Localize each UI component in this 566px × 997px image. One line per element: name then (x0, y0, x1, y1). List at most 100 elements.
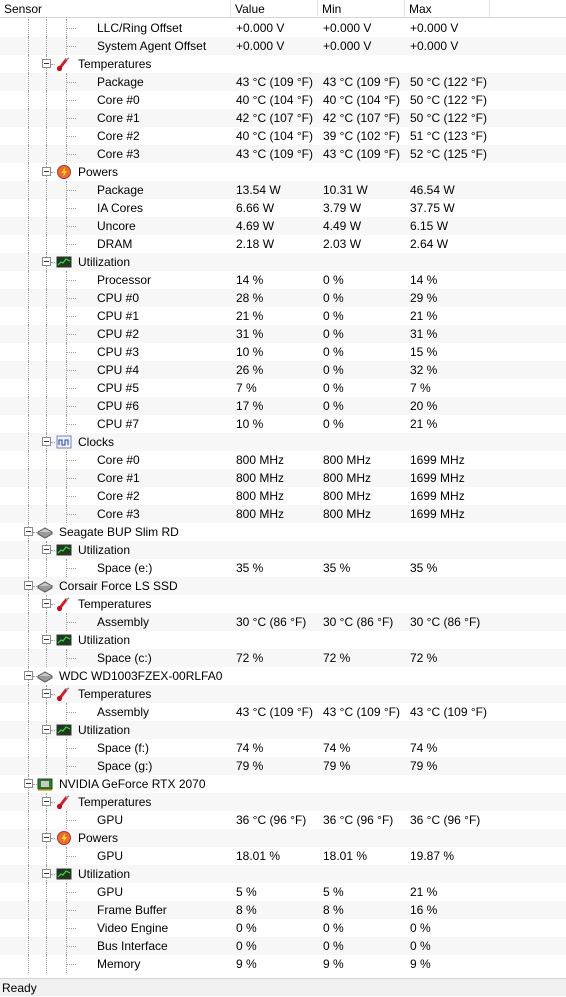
collapse-toggle[interactable] (42, 725, 51, 734)
collapse-toggle[interactable] (42, 599, 51, 608)
tree-line (66, 154, 76, 155)
sensor-value: 43 °C (109 °F) (236, 705, 313, 719)
sensor-value: 21 % (236, 309, 264, 323)
sensor-row[interactable]: CPU #7 10 % 0 % 21 % (0, 415, 566, 433)
tree-line (66, 136, 76, 137)
sensor-row[interactable]: Uncore 4.69 W 4.49 W 6.15 W (0, 217, 566, 235)
sensor-row[interactable]: Frame Buffer 8 % 8 % 16 % (0, 901, 566, 919)
sensor-row[interactable]: Assembly 30 °C (86 °F) 30 °C (86 °F) 30 °C … (0, 613, 566, 631)
sensor-row[interactable]: Video Engine 0 % 0 % 0 % (0, 919, 566, 937)
column-header-min[interactable]: Min (318, 0, 405, 18)
collapse-toggle[interactable] (42, 833, 51, 842)
tree-line (66, 244, 76, 245)
sensor-row[interactable]: Space (f:) 74 % 74 % 74 % (0, 739, 566, 757)
tree-group-row[interactable]: Utilization (0, 631, 566, 649)
sensor-row[interactable]: Memory 9 % 9 % 9 % (0, 955, 566, 973)
collapse-toggle[interactable] (24, 581, 33, 590)
sensor-row[interactable]: Bus Interface 0 % 0 % 0 % (0, 937, 566, 955)
collapse-toggle[interactable] (42, 635, 51, 644)
sensor-row[interactable]: GPU 18.01 % 18.01 % 19.87 % (0, 847, 566, 865)
tree-group-row[interactable]: Temperatures (0, 595, 566, 613)
sensor-row[interactable]: IA Cores 6.66 W 3.79 W 37.75 W (0, 199, 566, 217)
tree-group-row[interactable]: Utilization (0, 865, 566, 883)
tree-line (66, 388, 76, 389)
sensor-max: +0.000 V (410, 39, 459, 53)
sensor-row[interactable]: LLC/Ring Offset +0.000 V +0.000 V +0.000 V (0, 19, 566, 37)
sensor-row[interactable]: Core #2 40 °C (104 °F) 39 °C (102 °F) 51 °C… (0, 127, 566, 145)
sensor-row[interactable]: CPU #2 31 % 0 % 31 % (0, 325, 566, 343)
sensor-value: 18.01 % (236, 849, 281, 863)
sensor-row[interactable]: Assembly 43 °C (109 °F) 43 °C (109 °F) 43 °… (0, 703, 566, 721)
tree-line (46, 217, 47, 235)
sensor-max: 72 % (410, 651, 438, 665)
sensor-row[interactable]: Core #0 40 °C (104 °F) 40 °C (104 °F) 50 °C… (0, 91, 566, 109)
column-header-max[interactable]: Max (405, 0, 490, 18)
column-header-value[interactable]: Value (231, 0, 318, 18)
sensor-row[interactable]: Space (c:) 72 % 72 % 72 % (0, 649, 566, 667)
sensor-row[interactable]: Package 13.54 W 10.31 W 46.54 W (0, 181, 566, 199)
sensor-row[interactable]: Package 43 °C (109 °F) 43 °C (109 °F) 50 °C… (0, 73, 566, 91)
sensor-value: 6.66 W (236, 201, 275, 215)
sensor-value: 40 °C (104 °F) (236, 93, 313, 107)
sensor-max: 21 % (410, 885, 438, 899)
tree-line (28, 361, 29, 379)
column-header-sensor[interactable]: Sensor (0, 0, 231, 18)
sensor-row[interactable]: DRAM 2.18 W 2.03 W 2.64 W (0, 235, 566, 253)
sensor-row[interactable]: CPU #0 28 % 0 % 29 % (0, 289, 566, 307)
sensor-max: 2.64 W (410, 237, 449, 251)
tree-line (28, 73, 29, 91)
sensor-row[interactable]: Space (g:) 79 % 79 % 79 % (0, 757, 566, 775)
tree-group-row[interactable]: Seagate BUP Slim RD (0, 523, 566, 541)
sensor-label: Video Engine (97, 921, 169, 935)
sensor-row[interactable]: CPU #1 21 % 0 % 21 % (0, 307, 566, 325)
tree-group-row[interactable]: Clocks (0, 433, 566, 451)
collapse-toggle[interactable] (24, 527, 33, 536)
sensor-row[interactable]: Core #0 800 MHz 800 MHz 1699 MHz (0, 451, 566, 469)
tree-line (28, 631, 29, 649)
tree-group-row[interactable]: Utilization (0, 253, 566, 271)
tree-group-row[interactable]: Temperatures (0, 55, 566, 73)
sensor-min: 0 % (323, 939, 344, 953)
collapse-toggle[interactable] (42, 437, 51, 446)
sensor-tree[interactable]: LLC/Ring Offset +0.000 V +0.000 V +0.000 VS… (0, 19, 566, 973)
sensor-row[interactable]: CPU #5 7 % 0 % 7 % (0, 379, 566, 397)
sensor-max: 19.87 % (410, 849, 455, 863)
sensor-row[interactable]: Core #1 42 °C (107 °F) 42 °C (107 °F) 50 °C… (0, 109, 566, 127)
sensor-row[interactable]: Space (e:) 35 % 35 % 35 % (0, 559, 566, 577)
tree-group-row[interactable]: Temperatures (0, 685, 566, 703)
sensor-row[interactable]: GPU 36 °C (96 °F) 36 °C (96 °F) 36 °C (96 °… (0, 811, 566, 829)
tree-line (51, 838, 55, 839)
sensor-row[interactable]: Core #3 43 °C (109 °F) 43 °C (109 °F) 52 °C… (0, 145, 566, 163)
tree-group-row[interactable]: NVIDIA GeForce RTX 2070 (0, 775, 566, 793)
collapse-toggle[interactable] (42, 869, 51, 878)
collapse-toggle[interactable] (24, 779, 33, 788)
sensor-row[interactable]: CPU #4 26 % 0 % 32 % (0, 361, 566, 379)
tree-group-row[interactable]: Powers (0, 163, 566, 181)
collapse-toggle[interactable] (42, 59, 51, 68)
collapse-toggle[interactable] (24, 671, 33, 680)
tree-line (66, 910, 76, 911)
tree-group-row[interactable]: Temperatures (0, 793, 566, 811)
sensor-row[interactable]: CPU #6 17 % 0 % 20 % (0, 397, 566, 415)
sensor-min: 8 % (323, 903, 344, 917)
sensor-row[interactable]: Processor 14 % 0 % 14 % (0, 271, 566, 289)
tree-group-row[interactable]: WDC WD1003FZEX-00RLFA0 (0, 667, 566, 685)
sensor-label: CPU #1 (97, 309, 140, 323)
collapse-toggle[interactable] (42, 797, 51, 806)
sensor-row[interactable]: GPU 5 % 5 % 21 % (0, 883, 566, 901)
tree-group-row[interactable]: Utilization (0, 721, 566, 739)
sensor-row[interactable]: Core #1 800 MHz 800 MHz 1699 MHz (0, 469, 566, 487)
tree-group-row[interactable]: Utilization (0, 541, 566, 559)
tree-group-row[interactable]: Corsair Force LS SSD (0, 577, 566, 595)
collapse-toggle[interactable] (42, 167, 51, 176)
sensor-row[interactable]: CPU #3 10 % 0 % 15 % (0, 343, 566, 361)
sensor-row[interactable]: Core #2 800 MHz 800 MHz 1699 MHz (0, 487, 566, 505)
collapse-toggle[interactable] (42, 545, 51, 554)
collapse-toggle[interactable] (42, 689, 51, 698)
tree-line (46, 469, 47, 487)
collapse-toggle[interactable] (42, 257, 51, 266)
sensor-row[interactable]: Core #3 800 MHz 800 MHz 1699 MHz (0, 505, 566, 523)
tree-group-row[interactable]: Powers (0, 829, 566, 847)
sensor-row[interactable]: System Agent Offset +0.000 V +0.000 V +0.00… (0, 37, 566, 55)
sensor-min: 40 °C (104 °F) (323, 93, 400, 107)
